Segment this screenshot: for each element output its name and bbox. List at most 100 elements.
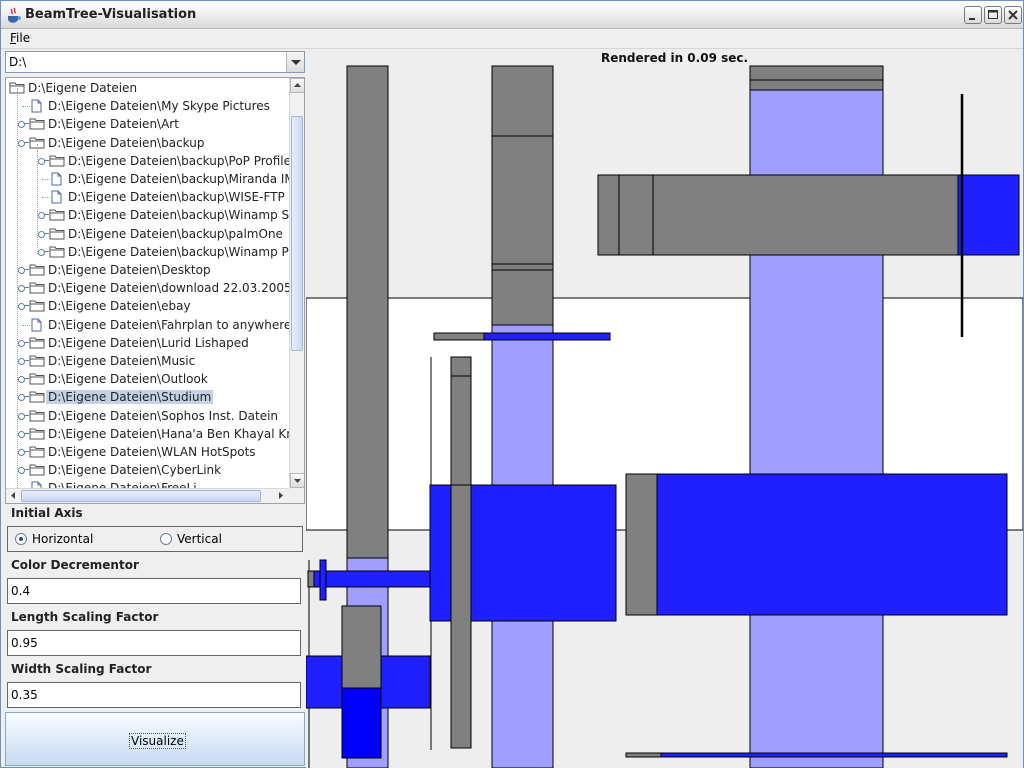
tree-row[interactable]: D:\Eigene Dateien\Fahrplan to anywhere [6,316,289,334]
scroll-down-button[interactable] [290,473,304,488]
java-cup-icon [8,7,21,23]
close-button[interactable] [1004,6,1022,24]
expand-handle-icon[interactable] [18,393,29,402]
expand-handle-icon[interactable] [18,284,29,293]
tree-row-label[interactable]: D:\Eigene Dateien\Music [46,354,197,368]
tree-row[interactable]: D:\Eigene Dateien\CyberLink [6,461,289,479]
vertical-radio[interactable] [160,533,172,545]
tree-row[interactable]: D:\Eigene Dateien\backup\PoP Profiles [6,152,289,170]
tree-row-label[interactable]: D:\Eigene Dateien\backup\Winamp Plugi [66,245,289,259]
tree-row[interactable]: D:\Eigene Dateien\download 22.03.2005 [6,279,289,297]
tree-row[interactable]: D:\Eigene Dateien\Art [6,115,289,133]
tree-row[interactable]: D:\Eigene Dateien\ebay [6,297,289,315]
expand-handle-icon[interactable] [38,230,49,238]
tree-row-label[interactable]: D:\Eigene Dateien\Hana'a Ben Khayal KnoK… [46,427,289,441]
tree-row[interactable]: D:\Eigene Dateien\backup\Winamp Plugi [6,243,289,261]
tree-row[interactable]: D:\Eigene Dateien [6,79,289,97]
color-decrementor-field[interactable]: 0.4 [7,578,301,604]
tree-row-label[interactable]: D:\Eigene Dateien\Desktop [46,263,213,277]
tree-row-label[interactable]: D:\Eigene Dateien\Lurid Lishaped [46,336,251,350]
tree-row[interactable]: D:\Eigene Dateien\FreeLi... [6,479,289,488]
folder-icon [29,390,45,403]
arrow-left-icon[interactable] [7,489,20,502]
tree-row[interactable]: D:\Eigene Dateien\My Skype Pictures [6,97,289,115]
expand-handle-icon[interactable] [18,412,29,420]
folder-icon [49,208,65,221]
arrow-right-icon[interactable] [274,489,287,502]
expand-handle-icon[interactable] [18,357,29,365]
tree-row[interactable]: D:\Eigene Dateien\Lurid Lishaped [6,334,289,352]
expand-handle-icon[interactable] [18,266,29,274]
tree-row[interactable]: D:\Eigene Dateien\WLAN HotSpots [6,443,289,461]
drive-combo[interactable]: D:\ [5,51,305,73]
expand-handle-icon[interactable] [18,302,29,311]
tree-vertical-scroll-thumb[interactable] [291,116,303,351]
file-icon [49,172,65,186]
tree-row[interactable]: D:\Eigene Dateien\backup\Miranda IM [6,170,289,188]
expand-handle-icon[interactable] [38,248,49,256]
expand-handle-icon[interactable] [38,157,49,165]
tree-row-label[interactable]: D:\Eigene Dateien\My Skype Pictures [46,99,272,113]
expand-handle-icon[interactable] [18,339,29,347]
tree-row[interactable]: D:\Eigene Dateien\Outlook [6,370,289,388]
tree-row[interactable]: D:\Eigene Dateien\backup [6,134,289,152]
tree-row-label[interactable]: D:\Eigene Dateien\FreeLi... [46,481,210,488]
tree-row[interactable]: D:\Eigene Dateien\Music [6,352,289,370]
expand-handle-icon[interactable] [18,448,29,456]
expand-handle-icon[interactable] [18,375,29,384]
menu-file[interactable]: File [10,31,30,45]
arrow-down-icon [294,479,301,483]
tree-horizontal-scrollbar[interactable] [6,488,289,503]
folder-icon [29,354,45,367]
tree-row-label[interactable]: D:\Eigene Dateien\backup\WISE-FTP [66,190,287,204]
beamtree-canvas[interactable]: Rendered in 0.09 sec. [306,50,1023,768]
tree-row[interactable]: D:\Eigene Dateien\Hana'a Ben Khayal KnoK… [6,425,289,443]
tree-row-label[interactable]: D:\Eigene Dateien\Art [46,117,181,131]
expand-handle-icon[interactable] [18,120,29,129]
visualize-button[interactable]: Visualize [5,712,305,766]
horizontal-radio[interactable] [15,533,27,545]
left-panel: D:\ D:\Eigene Dateien D:\Eigene Dateien\M… [5,50,305,768]
tree-guide-line [17,88,18,488]
tree-row-label[interactable]: D:\Eigene Dateien\Fahrplan to anywhere [46,318,289,332]
minimize-button[interactable] [964,6,982,24]
minimize-icon [969,18,975,20]
title-bar[interactable]: BeamTree-Visualisation [1,1,1023,29]
tree-row-label[interactable]: D:\Eigene Dateien\ebay [46,299,193,313]
vertical-radio-label[interactable]: Vertical [177,532,222,546]
tree-row[interactable]: D:\Eigene Dateien\backup\Winamp Skins [6,206,289,224]
tree-row-label[interactable]: D:\Eigene Dateien\backup\palmOne [66,227,285,241]
tree-row-label[interactable]: D:\Eigene Dateien\CyberLink [46,463,223,477]
tree-row[interactable]: D:\Eigene Dateien\backup\WISE-FTP [6,188,289,206]
beam-gray-column-b [491,65,554,326]
tree-row-label[interactable]: D:\Eigene Dateien\backup\Winamp Skins [66,208,289,222]
maximize-button[interactable] [984,6,1002,24]
tree-row-label[interactable]: D:\Eigene Dateien\Sophos Inst. Datein [46,409,280,423]
chevron-down-icon[interactable] [286,52,304,72]
tree-row-label[interactable]: D:\Eigene Dateien\backup [46,136,206,150]
expand-handle-icon[interactable] [18,430,29,438]
tree-row-label[interactable]: D:\Eigene Dateien\Studium [46,390,214,405]
tree-vertical-scrollbar[interactable] [289,78,304,488]
length-scaling-field[interactable]: 0.95 [7,630,301,656]
tree-row[interactable]: D:\Eigene Dateien\Studium [6,388,289,406]
expand-handle-icon[interactable] [38,211,49,220]
tree-row[interactable]: D:\Eigene Dateien\Desktop [6,261,289,279]
tree-row-label[interactable]: D:\Eigene Dateien\backup\PoP Profiles [66,154,289,168]
expand-handle-icon[interactable] [18,139,29,147]
tree-row-label[interactable]: D:\Eigene Dateien\Outlook [46,372,210,386]
beam-gray-bottom-left [341,605,382,689]
tree-row-label[interactable]: D:\Eigene Dateien\download 22.03.2005 [46,281,289,295]
expand-handle-icon[interactable] [18,466,29,475]
width-scaling-field[interactable]: 0.35 [7,682,301,708]
tree-row[interactable]: D:\Eigene Dateien\Sophos Inst. Datein [6,407,289,425]
tree-row-label[interactable]: D:\Eigene Dateien\WLAN HotSpots [46,445,258,459]
tree-horizontal-scroll-thumb[interactable] [21,490,261,502]
tree-row[interactable]: D:\Eigene Dateien\backup\palmOne [6,225,289,243]
scroll-up-button[interactable] [290,78,304,93]
close-icon [1008,10,1018,20]
tree-row-label[interactable]: D:\Eigene Dateien\backup\Miranda IM [66,172,289,186]
beam-blue-thin-1 [483,332,611,341]
horizontal-radio-label[interactable]: Horizontal [32,532,93,546]
tree-row-label[interactable]: D:\Eigene Dateien [26,81,139,95]
